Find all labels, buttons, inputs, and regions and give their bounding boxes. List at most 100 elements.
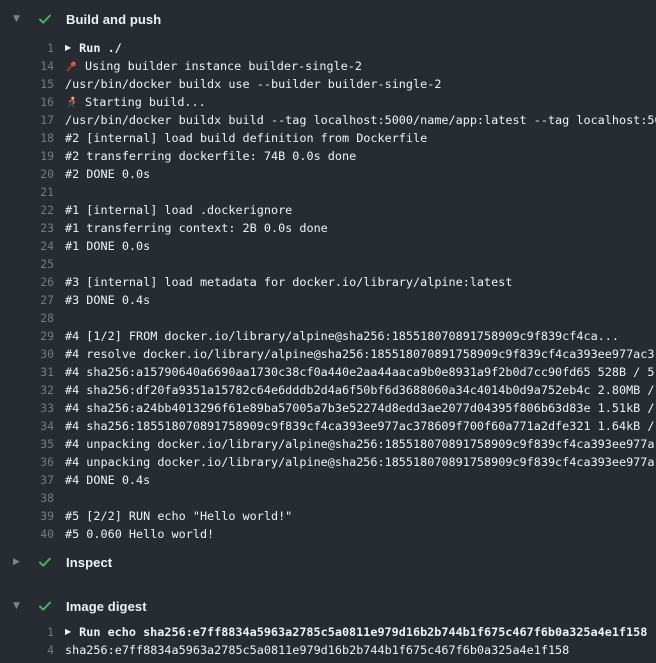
section-header-inspect[interactable]: ▶ Inspect [0, 547, 656, 577]
line-number[interactable]: 35 [0, 435, 54, 453]
log-line: 20 #2 DONE 0.0s [0, 165, 656, 183]
pushpin-icon [65, 60, 85, 73]
log-line: 35 #4 unpacking docker.io/library/alpine@… [0, 435, 656, 453]
log-line: 22 #1 [internal] load .dockerignore [0, 201, 656, 219]
log-text: #5 0.060 Hello world! [65, 525, 214, 543]
line-number[interactable]: 4 [0, 641, 54, 659]
line-number[interactable]: 18 [0, 129, 54, 147]
log-line-content: ▶ Run echo sha256:e7ff8834a5963a2785c5a08… [65, 623, 647, 641]
line-number[interactable]: 14 [0, 57, 54, 75]
run-expand-icon[interactable]: ▶ [65, 623, 71, 641]
line-number[interactable]: 19 [0, 147, 54, 165]
line-number[interactable]: 24 [0, 237, 54, 255]
workflow-log-viewer: ▼ Build and push 1▶Run ./14Using builder… [0, 0, 656, 663]
section-build-and-push: ▼ Build and push 1 ▶ Run ./ 14 Using builder… [0, 4, 656, 547]
line-number[interactable]: 22 [0, 201, 54, 219]
line-number[interactable]: 27 [0, 291, 54, 309]
log-line: 24 #1 DONE 0.0s [0, 237, 656, 255]
log-line: 27#3 DONE 0.4s [0, 291, 656, 309]
log-line-content: #2 DONE 0.0s [65, 165, 150, 183]
log-line: 28 [0, 309, 656, 327]
log-line: 40 #5 0.060 Hello world! [0, 525, 656, 543]
line-number[interactable]: 28 [0, 309, 54, 327]
log-text: #4 unpacking docker.io/library/alpine@sh… [65, 453, 655, 471]
log-text: #1 DONE 0.0s [65, 237, 150, 255]
log-line-content: #4 sha256:a24bb4013296f61e89ba57005a7b3e… [65, 399, 655, 417]
log-text: #4 unpacking docker.io/library/alpine@sh… [65, 435, 655, 453]
chevron-down-icon[interactable]: ▼ [13, 591, 28, 621]
log-text: #5 [2/2] RUN echo "Hello world!" [65, 507, 292, 525]
log-line-content: #5 0.060 Hello world! [65, 525, 214, 543]
line-number[interactable]: 1 [0, 623, 54, 641]
log-text: #4 sha256:a15790640a6690aa1730c38cf0a440… [65, 363, 655, 381]
log-text: #2 DONE 0.0s [65, 165, 150, 183]
log-line: 1 ▶ Run echo sha256:e7ff8834a5963a2785c5a0… [0, 623, 656, 641]
log-line-content: #1 DONE 0.0s [65, 237, 150, 255]
log-line: 30#4 resolve docker.io/library/alpine@sh… [0, 345, 656, 363]
log-line: 17/usr/bin/docker buildx build --tag loc… [0, 111, 656, 129]
log-text: Run ./ [79, 39, 122, 57]
line-number[interactable]: 34 [0, 417, 54, 435]
line-number[interactable]: 1 [0, 39, 54, 57]
log-line: 37 #4 DONE 0.4s [0, 471, 656, 489]
log-line-content: #4 sha256:df20fa9351a15782c64e6dddb2d4a6… [65, 381, 655, 399]
line-number[interactable]: 30 [0, 345, 54, 363]
log-line: 21 [0, 183, 656, 201]
line-number[interactable]: 38 [0, 489, 54, 507]
line-number[interactable]: 29 [0, 327, 54, 345]
log-line: 32 #4 sha256:df20fa9351a15782c64e6dddb2d4… [0, 381, 656, 399]
log-lines: 1 ▶ Run echo sha256:e7ff8834a5963a2785c5a0… [0, 621, 656, 663]
section-header-image-digest[interactable]: ▼ Image digest [0, 591, 656, 621]
log-line-content: #4 [1/2] FROM docker.io/library/alpine@s… [65, 327, 619, 345]
line-number[interactable]: 17 [0, 111, 54, 129]
section-header-build-and-push[interactable]: ▼ Build and push [0, 4, 656, 34]
log-text: #4 sha256:a24bb4013296f61e89ba57005a7b3e… [65, 399, 655, 417]
log-line: 14 Using builder instance builder-single-… [0, 57, 656, 75]
log-line-content: #4 unpacking docker.io/library/alpine@sh… [65, 453, 655, 471]
log-line-content: #2 [internal] load build definition from… [65, 129, 427, 147]
log-line-content: #3 [internal] load metadata for docker.i… [65, 273, 512, 291]
line-number[interactable]: 15 [0, 75, 54, 93]
line-number[interactable]: 16 [0, 93, 54, 111]
check-icon [37, 598, 53, 614]
log-line-content: #1 [internal] load .dockerignore [65, 201, 292, 219]
section-title: Image digest [66, 599, 147, 614]
log-line: 38 [0, 489, 656, 507]
log-text: #4 [1/2] FROM docker.io/library/alpine@s… [65, 327, 619, 345]
log-line: 25 [0, 255, 656, 273]
chevron-down-icon[interactable]: ▼ [13, 4, 28, 34]
line-number[interactable]: 21 [0, 183, 54, 201]
line-number[interactable]: 26 [0, 273, 54, 291]
log-line-content: /usr/bin/docker buildx build --tag local… [65, 111, 656, 129]
line-number[interactable]: 39 [0, 507, 54, 525]
log-line-content: /usr/bin/docker buildx use --builder bui… [65, 75, 441, 93]
line-number[interactable]: 40 [0, 525, 54, 543]
log-line: 39 #5 [2/2] RUN echo "Hello world!" [0, 507, 656, 525]
log-lines: 1 ▶ Run ./ 14 Using builder instance builder… [0, 34, 656, 547]
log-text: #4 DONE 0.4s [65, 471, 150, 489]
line-number[interactable]: 37 [0, 471, 54, 489]
section-inspect: ▶ Inspect [0, 547, 656, 577]
log-text: #2 [internal] load build definition from… [65, 129, 427, 147]
line-number[interactable]: 33 [0, 399, 54, 417]
log-line: 19#2 transferring dockerfile: 74B 0.0s d… [0, 147, 656, 165]
log-line-content: Using builder instance builder-single-2 [65, 57, 362, 75]
run-expand-icon[interactable]: ▶ [65, 39, 71, 57]
line-number[interactable]: 25 [0, 255, 54, 273]
runner-icon [65, 96, 85, 109]
line-number[interactable]: 23 [0, 219, 54, 237]
log-line: 31 #4 sha256:a15790640a6690aa1730c38cf0a4… [0, 363, 656, 381]
line-number[interactable]: 20 [0, 165, 54, 183]
log-line: 1 ▶ Run ./ [0, 39, 656, 57]
log-text: #4 sha256:df20fa9351a15782c64e6dddb2d4a6… [65, 381, 655, 399]
log-line: 36 #4 unpacking docker.io/library/alpine@… [0, 453, 656, 471]
log-text: Run echo sha256:e7ff8834a5963a2785c5a081… [79, 623, 647, 641]
log-text: /usr/bin/docker buildx use --builder bui… [65, 75, 441, 93]
line-number[interactable]: 36 [0, 453, 54, 471]
log-line-content: #5 [2/2] RUN echo "Hello world!" [65, 507, 292, 525]
line-number[interactable]: 32 [0, 381, 54, 399]
chevron-right-icon[interactable]: ▶ [13, 547, 28, 577]
log-text: Starting build... [85, 93, 206, 111]
section-title: Build and push [66, 12, 161, 27]
line-number[interactable]: 31 [0, 363, 54, 381]
